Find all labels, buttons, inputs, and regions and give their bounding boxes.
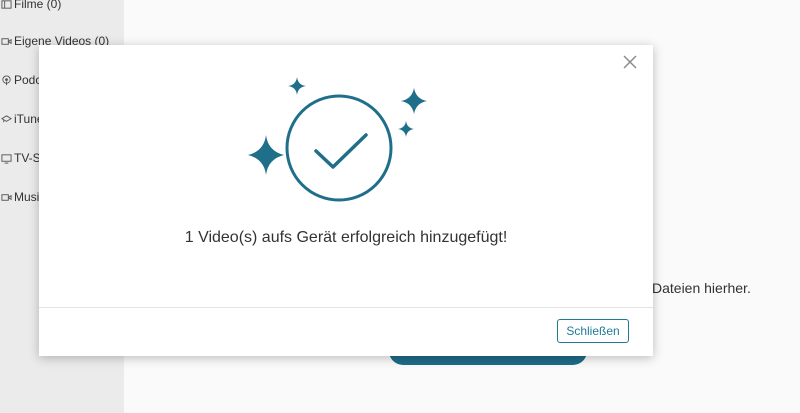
close-button[interactable]: Schließen bbox=[557, 319, 629, 343]
dialog-divider bbox=[39, 307, 653, 308]
success-check-icon bbox=[248, 77, 427, 202]
success-dialog: 1 Video(s) aufs Gerät erfolgreich hinzug… bbox=[39, 45, 653, 356]
close-icon[interactable] bbox=[621, 53, 639, 71]
success-message: 1 Video(s) aufs Gerät erfolgreich hinzug… bbox=[184, 229, 508, 246]
